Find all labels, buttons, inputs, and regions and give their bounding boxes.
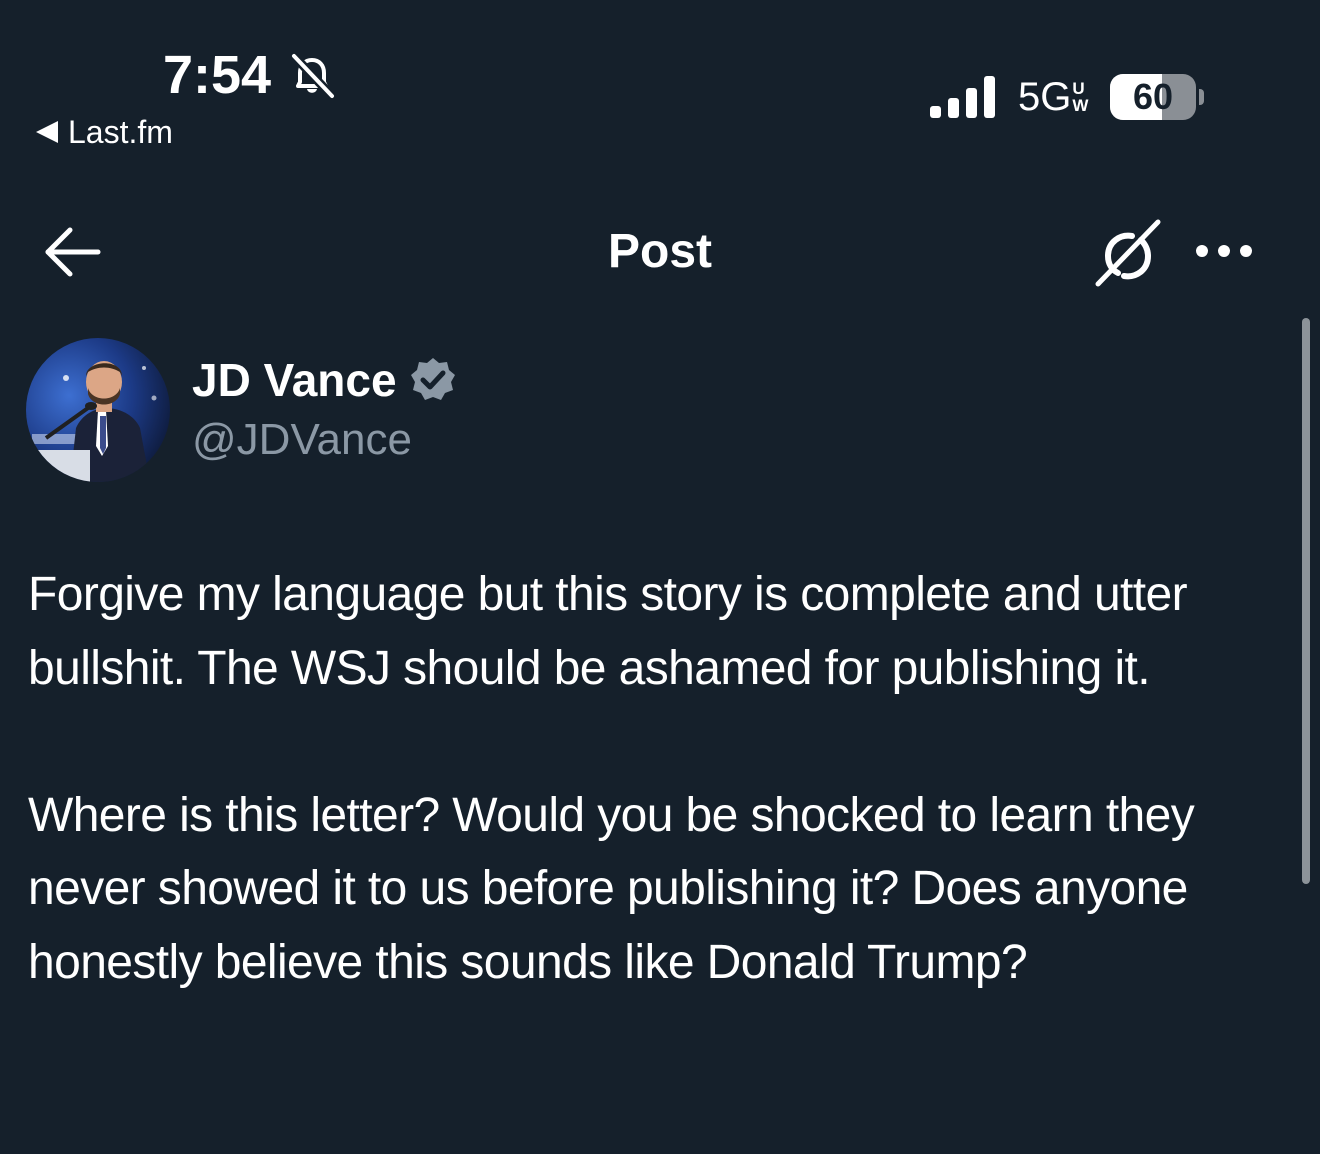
status-time: 7:54 xyxy=(163,45,272,105)
author-handle[interactable]: @JDVance xyxy=(192,412,412,468)
cellular-signal-icon xyxy=(930,76,995,118)
avatar[interactable] xyxy=(26,338,170,482)
page-title: Post xyxy=(607,225,712,278)
return-to-app-link[interactable]: Last.fm xyxy=(36,113,173,151)
bell-slash-icon xyxy=(290,52,336,100)
post-screen: 7:54 Last.fm 5G U W 60 Post JD Vance @JD… xyxy=(0,0,1320,1154)
network-superscript: U W xyxy=(1072,80,1088,114)
battery-icon: 60 xyxy=(1110,74,1196,120)
return-app-label: Last.fm xyxy=(68,114,173,150)
scrollbar[interactable] xyxy=(1302,318,1310,884)
grok-icon[interactable] xyxy=(1092,218,1164,288)
more-icon[interactable] xyxy=(1192,236,1256,266)
back-arrow-icon[interactable] xyxy=(40,222,104,282)
verified-badge-icon xyxy=(410,358,455,400)
author-name[interactable]: JD Vance xyxy=(192,352,397,408)
network-type: 5G U W xyxy=(1018,74,1088,120)
back-triangle-icon xyxy=(36,121,58,143)
network-label: 5G xyxy=(1018,75,1072,119)
post-text: Forgive my language but this story is co… xyxy=(28,558,1290,999)
network-superscript-bottom: W xyxy=(1072,96,1089,115)
post-paragraph-2: Where is this letter? Would you be shock… xyxy=(28,788,1195,989)
battery-terminal xyxy=(1199,89,1204,105)
post-paragraph-1: Forgive my language but this story is co… xyxy=(28,568,1188,695)
author-name-row[interactable]: JD Vance xyxy=(192,350,457,410)
battery-level: 60 xyxy=(1132,76,1174,117)
network-superscript-top: U xyxy=(1072,79,1085,98)
